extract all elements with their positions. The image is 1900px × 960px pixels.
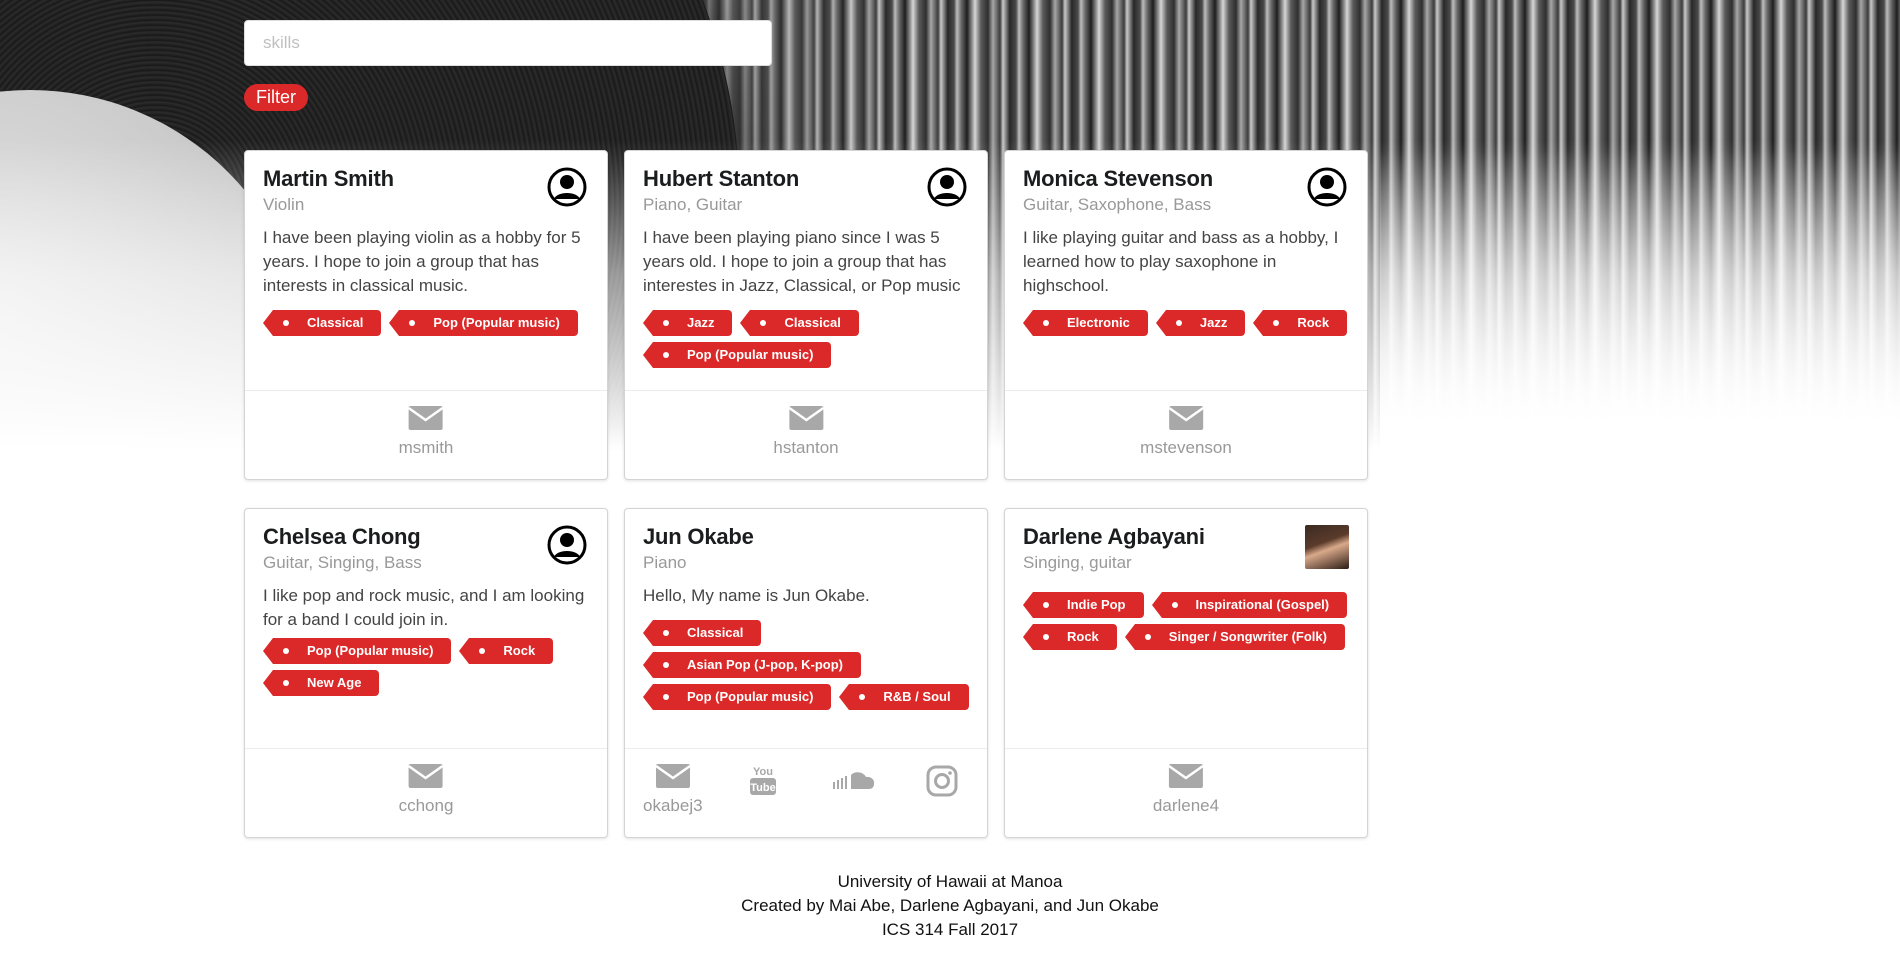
envelope-icon [408,764,444,788]
genre-tag: New Age [262,670,380,696]
email-link[interactable]: cchong [398,761,454,816]
profile-username: cchong [398,796,454,815]
profile-description: I have been playing violin as a hobby fo… [263,228,581,295]
envelope-icon [655,764,691,788]
profile-card: Monica Stevenson Guitar, Saxophone, Bass… [1004,150,1368,480]
envelope-icon [408,406,444,430]
footer-course: ICS 314 Fall 2017 [881,920,1019,939]
profile-card: Darlene Agbayani Singing, guitar Indie P… [1004,508,1368,838]
genre-tag: Pop (Popular music) [642,342,832,368]
email-link[interactable]: mstevenson [1140,403,1232,458]
email-link[interactable]: darlene4 [1153,761,1219,816]
svg-text:Tube: Tube [750,782,775,794]
user-circle-icon [547,525,587,565]
genre-tag: Pop (Popular music) [389,310,578,336]
profile-photo [1305,525,1349,569]
svg-text:You: You [753,766,773,778]
genre-tag: Rock [459,638,554,664]
profile-instruments: Piano [643,553,687,572]
profile-instruments: Guitar, Singing, Bass [263,553,422,572]
genre-tags: Indie Pop Inspirational (Gospel) Rock Si… [1023,592,1349,650]
genre-tags: Electronic Jazz Rock [1023,310,1349,336]
genre-tag: Indie Pop [1023,592,1144,618]
profile-name: Martin Smith [263,166,394,191]
genre-tag: Classical [740,310,859,336]
profile-username: hstanton [773,438,839,457]
genre-tags: Classical Pop (Popular music) [262,310,589,336]
genre-tags: Jazz Classical Pop (Popular music) [642,310,969,368]
genre-tag: Pop (Popular music) [262,638,452,664]
envelope-icon [1168,764,1204,788]
profile-instruments: Singing, guitar [1023,553,1132,572]
profile-description: Hello, My name is Jun Okabe. [643,586,870,605]
footer: University of Hawaii at Manoa Created by… [0,870,1900,942]
profile-card: Hubert Stanton Piano, Guitar I have been… [624,150,988,480]
genre-tag: Jazz [642,310,733,336]
profile-name: Jun Okabe [643,524,754,549]
soundcloud-icon[interactable] [829,763,879,799]
genre-tag: Inspirational (Gospel) [1151,592,1348,618]
email-link[interactable]: msmith [398,403,454,458]
profile-description: I like pop and rock music, and I am look… [263,586,585,629]
genre-tag: Rock [1023,624,1117,650]
profile-name: Darlene Agbayani [1023,524,1205,549]
email-link[interactable]: okabej3 [643,761,703,816]
profile-instruments: Violin [263,195,305,214]
footer-credits: Created by Mai Abe, Darlene Agbayani, an… [741,896,1159,915]
user-circle-icon [547,167,587,207]
instagram-icon[interactable] [921,763,961,799]
genre-tag: Rock [1253,310,1348,336]
user-circle-icon [927,167,967,207]
profile-name: Chelsea Chong [263,524,421,549]
profile-username: msmith [398,438,454,457]
profile-instruments: Piano, Guitar [643,195,743,214]
youtube-icon[interactable]: You Tube [743,763,783,799]
genre-tag: Pop (Popular music) [642,684,832,710]
genre-tags: Pop (Popular music) Rock New Age [262,638,589,696]
profile-username: darlene4 [1152,796,1220,815]
filter-button[interactable]: Filter [244,84,308,111]
email-link[interactable]: hstanton [773,403,839,458]
skills-search-input[interactable] [244,20,772,66]
profile-name: Hubert Stanton [643,166,800,191]
profile-card: Jun Okabe Piano Hello, My name is Jun Ok… [624,508,988,838]
profile-card: Chelsea Chong Guitar, Singing, Bass I li… [244,508,608,838]
genre-tags: Classical Asian Pop (J-pop, K-pop) Pop (… [642,620,969,710]
profile-cards: Martin Smith Violin I have been playing … [244,150,1370,838]
profile-username: okabej3 [643,796,703,815]
envelope-icon [1168,406,1204,430]
genre-tag: Singer / Songwriter (Folk) [1124,624,1345,650]
profile-name: Monica Stevenson [1023,166,1213,191]
profile-description: I like playing guitar and bass as a hobb… [1023,228,1339,295]
genre-tag: Classical [262,310,382,336]
envelope-icon [788,406,824,430]
footer-university: University of Hawaii at Manoa [837,872,1063,891]
user-circle-icon [1307,167,1347,207]
genre-tag: Classical [642,620,762,646]
genre-tag: Jazz [1155,310,1246,336]
profile-username: mstevenson [1140,438,1232,457]
profile-description: I have been playing piano since I was 5 … [643,228,961,295]
genre-tag: Asian Pop (J-pop, K-pop) [643,652,861,678]
profile-instruments: Guitar, Saxophone, Bass [1023,195,1212,214]
profile-card: Martin Smith Violin I have been playing … [244,150,608,480]
genre-tag: Electronic [1023,310,1148,336]
genre-tag: R&B / Soul [839,684,969,710]
